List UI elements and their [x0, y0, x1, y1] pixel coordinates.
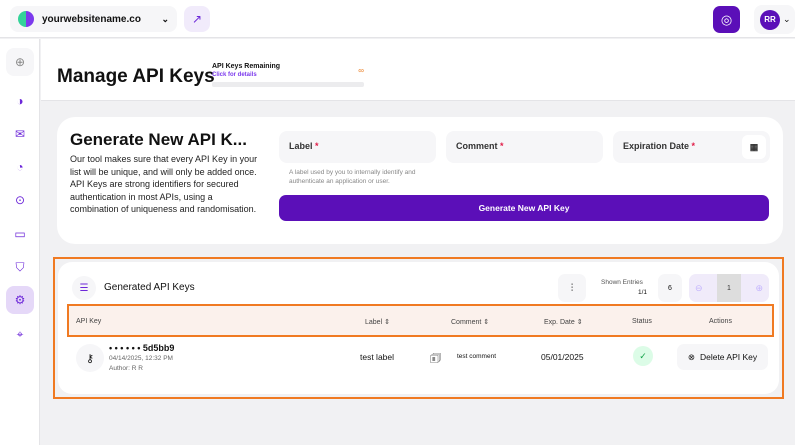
table-title: Generated API Keys	[104, 282, 195, 293]
close-circle-icon: ⊗	[687, 351, 695, 362]
api-key-value: • • • • • • 5d5bb9	[109, 343, 175, 353]
col-comment[interactable]: Comment ⇕	[451, 318, 489, 326]
prev-page-icon[interactable]: ⊖	[695, 283, 703, 294]
table-icon: ☰	[72, 276, 96, 300]
pagination: ⊖ 1 ⊕	[689, 274, 769, 302]
required-mark: *	[691, 141, 696, 151]
col-status: Status	[632, 318, 652, 325]
required-mark: *	[315, 141, 319, 151]
chevron-down-icon: ⌄	[783, 14, 791, 24]
delete-label: Delete API Key	[699, 352, 758, 362]
remaining-bar	[212, 82, 364, 87]
created-date: 04/14/2025, 12:32 PM	[109, 355, 173, 362]
generate-description: Our tool makes sure that every API Key i…	[70, 154, 258, 214]
site-logo-icon	[18, 11, 34, 27]
details-link[interactable]: Click for details	[212, 72, 364, 78]
author: Author: R R	[109, 365, 143, 372]
chat-icon[interactable]: ▭	[6, 220, 34, 248]
page-title: Manage API Keys	[57, 66, 215, 87]
delete-api-key-button[interactable]: ⊗ Delete API Key	[677, 344, 768, 370]
label-field[interactable]: Label *	[279, 131, 436, 163]
label-field-label: Label	[289, 141, 313, 151]
apps-icon[interactable]: ◎	[713, 6, 740, 33]
generate-title: Generate New API K...	[70, 130, 247, 149]
row-exp-date: 05/01/2025	[541, 352, 584, 362]
inbox-icon[interactable]: ✉	[6, 120, 34, 148]
settings-icon[interactable]: ⚙	[6, 286, 34, 314]
generate-button[interactable]: Generate New API Key	[279, 195, 769, 221]
table-header: API Key Label ⇕ Comment ⇕ Exp. Date ⇕ St…	[67, 304, 774, 337]
avatar: RR	[760, 9, 780, 30]
col-exp-text: Exp. Date	[544, 319, 575, 326]
filter-icon[interactable]: ⫶	[558, 274, 586, 302]
shield-icon[interactable]: ⛉	[6, 253, 34, 281]
progress-icon[interactable]: ◔	[6, 153, 34, 181]
row-label: test label	[360, 352, 395, 362]
expiration-date-field[interactable]: Expiration Date * ▦	[613, 131, 770, 163]
col-label[interactable]: Label ⇕	[365, 318, 390, 326]
col-comment-text: Comment	[451, 319, 482, 326]
label-hint: A label used by you to internally identi…	[289, 169, 416, 185]
col-api-key: API Key	[76, 318, 102, 325]
comment-icon[interactable]: 🗊	[430, 349, 441, 370]
comment-field-label: Comment	[456, 141, 498, 151]
next-page-icon[interactable]: ⊕	[755, 283, 763, 294]
external-link-icon[interactable]: ↗	[184, 6, 210, 32]
keys-remaining[interactable]: API Keys Remaining Click for details ∞	[212, 63, 364, 87]
page-size-select[interactable]: 6	[658, 274, 682, 302]
scan-icon[interactable]: ⊙	[6, 186, 34, 214]
analytics-icon[interactable]: ◑	[6, 87, 34, 115]
chevron-down-icon: ⌄	[161, 13, 169, 24]
remaining-value: ∞	[358, 66, 364, 75]
collapse-icon[interactable]: ⊕	[6, 48, 34, 76]
shown-entries-label: Shown Entries	[601, 279, 643, 286]
col-label-text: Label	[365, 319, 383, 326]
comment-field[interactable]: Comment *	[446, 131, 603, 163]
calendar-icon[interactable]: ▦	[742, 135, 766, 159]
site-selector[interactable]: yourwebsitename.co ⌄	[10, 6, 177, 32]
key-icon: ⚷	[76, 344, 104, 372]
generate-card: Generate New API K... Our tool makes sur…	[57, 117, 783, 244]
expiration-field-label: Expiration Date	[623, 141, 690, 151]
col-actions: Actions	[709, 318, 732, 325]
location-icon[interactable]: ⌖	[6, 320, 34, 348]
row-comment: test comment	[457, 353, 497, 360]
shown-entries: 1/1	[638, 289, 648, 296]
col-exp-date[interactable]: Exp. Date ⇕	[544, 318, 583, 326]
sidebar: ⊕ ◑ ✉ ◔ ⊙ ▭ ⛉ ⚙ ⌖	[0, 39, 40, 445]
site-name: yourwebsitename.co	[42, 13, 141, 25]
remaining-label: API Keys Remaining	[212, 63, 281, 70]
current-page[interactable]: 1	[717, 274, 741, 302]
required-mark: *	[500, 141, 504, 151]
user-menu[interactable]: RR ⌄	[754, 5, 795, 34]
status-active-icon: ✓	[633, 346, 653, 366]
